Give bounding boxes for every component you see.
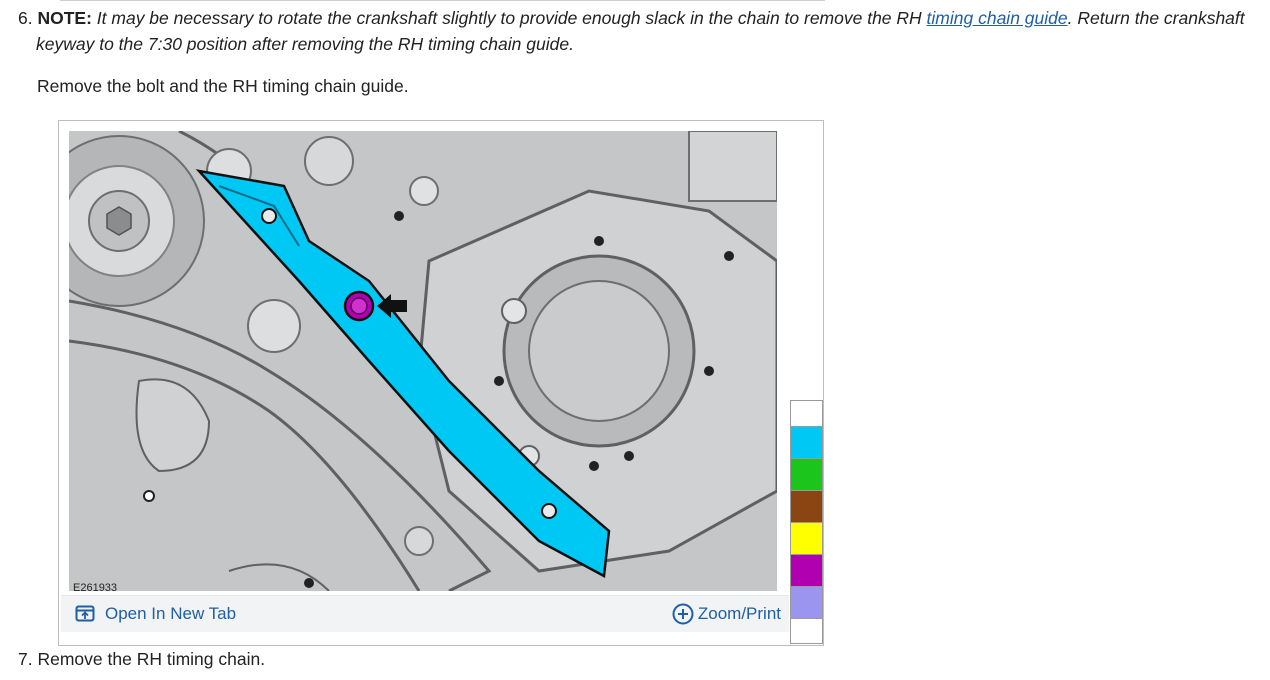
timing-chain-guide-link[interactable]: timing chain guide — [927, 8, 1068, 28]
open-in-new-tab-label: Open In New Tab — [105, 604, 237, 623]
zoom-print-label: Zoom/Print — [697, 604, 781, 623]
open-new-tab-icon — [75, 605, 95, 622]
note-text-after: . Return the crankshaft — [1067, 8, 1245, 28]
color-swatch[interactable] — [791, 401, 822, 427]
bolt-icon — [343, 290, 375, 322]
step-7-text: Remove the RH timing chain. — [37, 649, 266, 669]
plus-circle-icon — [672, 603, 694, 625]
top-divider — [60, 0, 825, 1]
figure-panel: E261933 Open In New Tab Zoom/Print — [58, 120, 824, 646]
note-text-line-2: keyway to the 7:30 position after removi… — [36, 34, 574, 54]
step-7-number: 7. — [18, 649, 33, 669]
color-swatch[interactable] — [791, 459, 822, 491]
step-6-number: 6. — [18, 8, 33, 28]
note-text-before: It may be necessary to rotate the cranks… — [91, 8, 927, 28]
figure-action-bar: Open In New Tab Zoom/Print — [61, 595, 789, 632]
highlight-color-palette — [790, 400, 823, 644]
illustration-frame: E261933 — [61, 123, 789, 594]
color-swatch[interactable] — [791, 427, 822, 459]
figure-id: E261933 — [73, 582, 118, 594]
color-swatch[interactable] — [791, 619, 822, 643]
color-swatch[interactable] — [791, 491, 822, 523]
step-6-line-1: 6. NOTE: It may be necessary to rotate t… — [18, 5, 1263, 31]
color-swatch[interactable] — [791, 587, 822, 619]
zoom-print-button[interactable]: Zoom/Print — [672, 603, 781, 625]
engine-illustration[interactable] — [69, 131, 777, 591]
step-6: 6. NOTE: It may be necessary to rotate t… — [18, 5, 1263, 57]
color-swatch[interactable] — [791, 555, 822, 587]
open-in-new-tab-button[interactable]: Open In New Tab — [75, 604, 236, 624]
color-swatch[interactable] — [791, 523, 822, 555]
note-label: NOTE: — [37, 8, 92, 28]
step-7: 7. Remove the RH timing chain. — [18, 649, 265, 670]
step-6-instruction: Remove the bolt and the RH timing chain … — [37, 76, 409, 96]
